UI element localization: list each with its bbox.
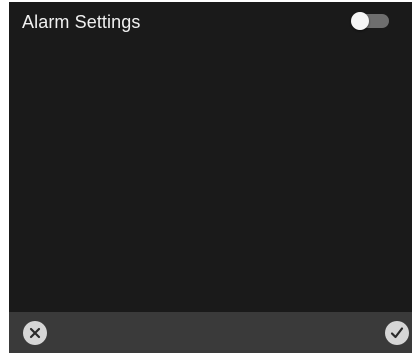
close-icon <box>29 327 41 339</box>
confirm-button[interactable] <box>385 321 409 345</box>
toggle-thumb <box>351 12 369 30</box>
cancel-button[interactable] <box>23 321 47 345</box>
dialog-title: Alarm Settings <box>22 12 141 32</box>
dialog-content <box>9 46 412 312</box>
dialog-header: Alarm Settings <box>9 2 412 46</box>
alarm-toggle[interactable] <box>351 12 389 30</box>
check-icon <box>390 327 404 339</box>
dialog-footer <box>9 312 412 353</box>
alarm-settings-dialog: Alarm Settings <box>9 2 412 353</box>
